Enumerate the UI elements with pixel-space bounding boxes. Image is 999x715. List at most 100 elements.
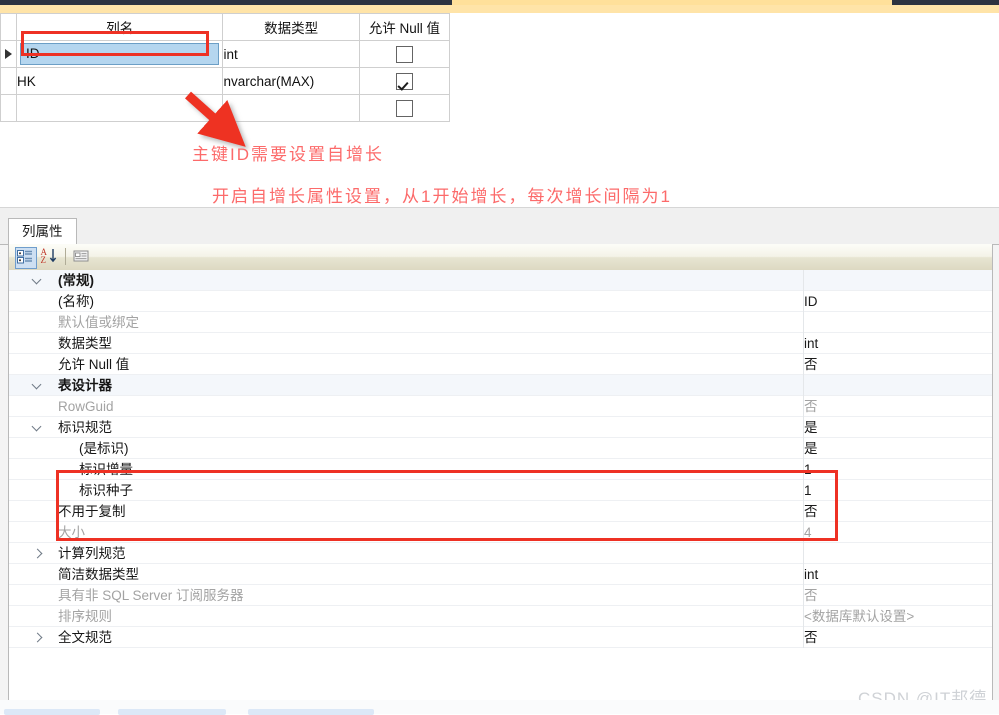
property-row[interactable]: 简洁数据类型 int [9, 564, 992, 585]
cell-data-type[interactable]: int [222, 40, 360, 68]
property-row[interactable]: 表设计器 [9, 375, 992, 396]
table-row[interactable] [0, 94, 451, 122]
property-label: 全文规范 [58, 630, 112, 645]
cell-data-type[interactable]: nvarchar(MAX) [222, 67, 360, 95]
cell-column-name[interactable] [16, 94, 224, 122]
property-row[interactable]: 大小 4 [9, 522, 992, 543]
row-selector-cell[interactable] [0, 94, 18, 122]
property-label: 标识规范 [58, 420, 112, 435]
row-selector-header [0, 13, 18, 41]
bottom-chip [118, 709, 226, 715]
property-label: 大小 [58, 525, 85, 540]
property-value[interactable]: ID [804, 291, 818, 312]
svg-text:Z: Z [41, 255, 47, 265]
property-label: 计算列规范 [58, 546, 126, 561]
cell-column-name[interactable]: HK [16, 67, 224, 95]
property-value[interactable]: <数据库默认设置> [804, 606, 914, 627]
property-value[interactable]: int [804, 564, 818, 585]
property-value[interactable]: 否 [804, 585, 818, 606]
cell-column-name[interactable]: ID [16, 40, 224, 68]
bottom-chip [248, 709, 374, 715]
property-row[interactable]: 标识种子 1 [9, 480, 992, 501]
bottom-chip [4, 709, 100, 715]
property-label: RowGuid [58, 399, 114, 414]
property-row[interactable]: 计算列规范 [9, 543, 992, 564]
column-name-value[interactable]: ID [20, 43, 220, 65]
property-value[interactable]: int [804, 333, 818, 354]
property-row[interactable]: 标识增量 1 [9, 459, 992, 480]
property-pages-icon[interactable] [72, 247, 92, 267]
current-row-marker-icon [5, 49, 13, 59]
cell-data-type[interactable] [222, 94, 360, 122]
property-label: (是标识) [79, 441, 129, 456]
property-value[interactable]: 否 [804, 354, 818, 375]
property-label: (名称) [58, 294, 94, 309]
annotation-text-1: 主键ID需要设置自增长 [192, 145, 384, 164]
property-value[interactable]: 否 [804, 627, 818, 648]
column-divider [803, 375, 804, 396]
chevron-down-icon[interactable] [31, 417, 45, 438]
header-column-name[interactable]: 列名 [16, 13, 224, 41]
property-label: (常规) [58, 273, 94, 288]
column-properties-pane: 列属性 A Z (常规) (名称) ID 默认值或绑定 数据类型 int 允许 … [0, 216, 999, 714]
property-row[interactable]: (名称) ID [9, 291, 992, 312]
properties-body: A Z (常规) (名称) ID 默认值或绑定 数据类型 int 允许 Null 值否表设计… [8, 244, 993, 714]
top-yellow-strip [0, 5, 999, 13]
cell-allow-null[interactable] [358, 94, 451, 122]
grid-header-row: 列名 数据类型 允许 Null 值 [0, 13, 451, 41]
property-row[interactable]: 全文规范 否 [9, 627, 992, 648]
toolbar-separator [65, 248, 66, 265]
property-row[interactable]: 不用于复制 否 [9, 501, 992, 522]
cell-allow-null[interactable] [358, 67, 451, 95]
chevron-right-icon[interactable] [31, 543, 45, 564]
property-value[interactable]: 是 [804, 438, 818, 459]
property-row[interactable]: 具有非 SQL Server 订阅服务器 否 [9, 585, 992, 606]
property-row[interactable]: 排序规则 <数据库默认设置> [9, 606, 992, 627]
annotation-text-2: 开启自增长属性设置，从1开始增长，每次增长间隔为1 [212, 187, 672, 206]
property-row[interactable]: 默认值或绑定 [9, 312, 992, 333]
header-allow-null[interactable]: 允许 Null 值 [358, 13, 451, 41]
cell-allow-null[interactable] [358, 40, 451, 68]
property-label: 允许 Null 值 [58, 357, 130, 372]
property-label: 数据类型 [58, 336, 112, 351]
property-value[interactable]: 否 [804, 396, 818, 417]
header-data-type[interactable]: 数据类型 [222, 13, 360, 41]
property-value[interactable]: 否 [804, 501, 818, 522]
property-row[interactable]: (是标识) 是 [9, 438, 992, 459]
column-designer-grid[interactable]: 列名 数据类型 允许 Null 值 ID int HK nvarchar(MAX… [0, 13, 451, 122]
bottom-strip [0, 700, 999, 715]
row-selector-cell[interactable] [0, 67, 18, 95]
property-toolbar: A Z [9, 244, 992, 271]
property-value[interactable]: 1 [804, 459, 812, 480]
allow-null-checkbox[interactable] [395, 99, 413, 117]
chevron-right-icon[interactable] [31, 627, 45, 648]
table-row[interactable]: ID int [0, 40, 451, 68]
column-divider [803, 312, 804, 333]
property-value[interactable]: 1 [804, 480, 812, 501]
property-label: 标识种子 [79, 483, 133, 498]
tab-column-properties[interactable]: 列属性 [8, 218, 77, 246]
alphabetical-sort-icon[interactable]: A Z [40, 247, 60, 267]
row-selector-cell[interactable] [0, 40, 18, 68]
chevron-down-icon[interactable] [31, 270, 45, 291]
categorized-view-icon[interactable] [15, 247, 37, 269]
property-value[interactable]: 4 [804, 522, 812, 543]
property-label: 不用于复制 [58, 504, 126, 519]
property-label: 标识增量 [79, 462, 133, 477]
allow-null-checkbox[interactable] [395, 72, 413, 90]
property-label: 简洁数据类型 [58, 567, 139, 582]
property-row[interactable]: 允许 Null 值 否 [9, 354, 992, 375]
property-grid[interactable]: (常规) (名称) ID 默认值或绑定 数据类型 int 允许 Null 值否表设计器 Row… [9, 270, 992, 713]
property-label: 排序规则 [58, 609, 112, 624]
property-row[interactable]: 数据类型 int [9, 333, 992, 354]
property-row[interactable]: RowGuid 否 [9, 396, 992, 417]
column-divider [803, 543, 804, 564]
property-value[interactable]: 是 [804, 417, 818, 438]
property-row[interactable]: (常规) [9, 270, 992, 291]
allow-null-checkbox[interactable] [395, 45, 413, 63]
property-label: 表设计器 [58, 378, 112, 393]
tab-strip: 列属性 [0, 216, 999, 246]
property-row[interactable]: 标识规范 是 [9, 417, 992, 438]
chevron-down-icon[interactable] [31, 375, 45, 396]
table-row[interactable]: HK nvarchar(MAX) [0, 67, 451, 95]
